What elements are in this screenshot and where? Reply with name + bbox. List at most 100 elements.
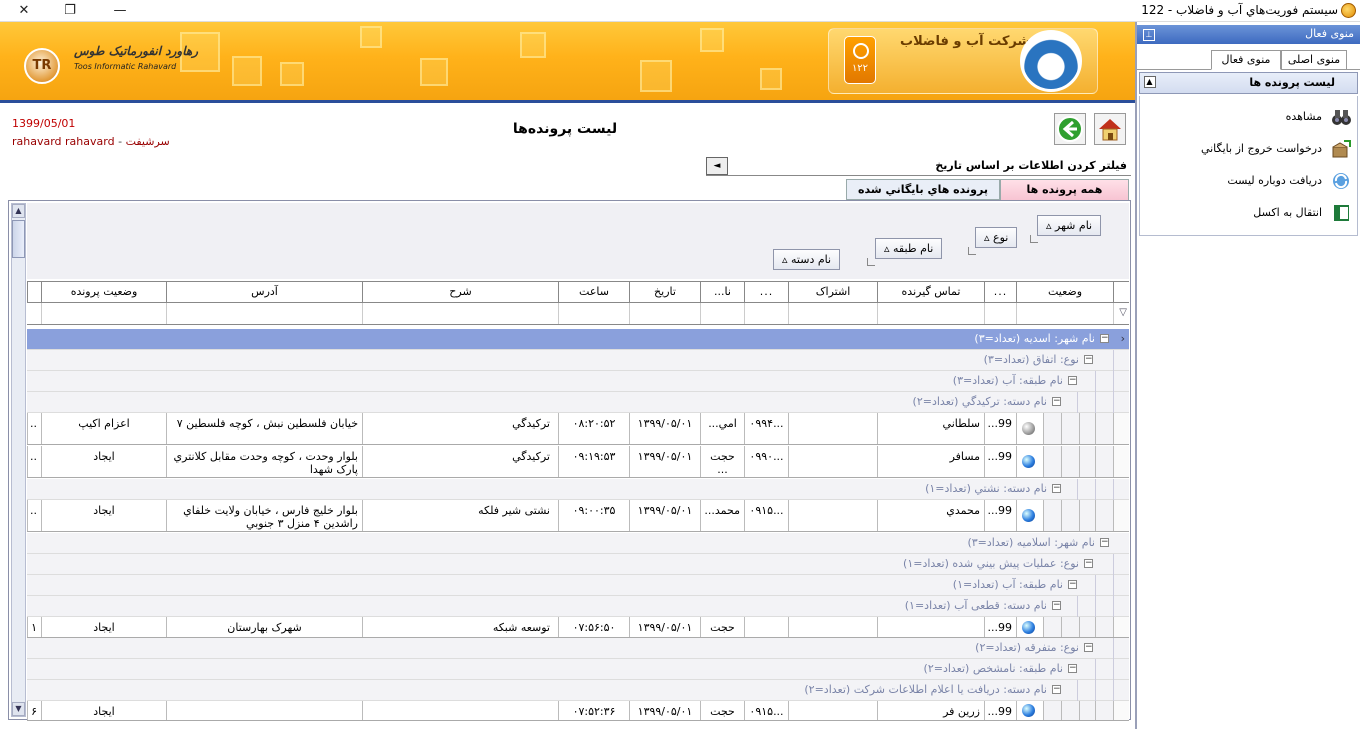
group-row-type[interactable]: − نوع: اتفاق (تعداد=۳)	[27, 350, 1129, 371]
user-info: سرشیفت - rahavard rahavard	[12, 135, 170, 148]
collapse-icon[interactable]: −	[1068, 376, 1077, 385]
collapse-icon[interactable]: −	[1068, 664, 1077, 673]
filter-label: فیلتر کردن اطلاعات بر اساس تاریخ	[935, 159, 1127, 172]
menu-refresh-list[interactable]: دریافت دوباره لیست	[1141, 168, 1356, 194]
col-caller[interactable]: تماس گیرنده	[877, 282, 984, 303]
company-name: شرکت آب و فاضلاب	[900, 34, 1031, 49]
filter-row[interactable]: ▽	[27, 303, 1129, 325]
box-export-icon	[1332, 140, 1351, 158]
status-blue-icon	[1022, 509, 1035, 522]
col-desc[interactable]: شرح	[362, 282, 558, 303]
table-row[interactable]: ۶ ایجاد ۰۷:۵۲:۳۶ ۱۳۹۹/۰۵/۰۱ حجت ... ...۰…	[27, 701, 1129, 721]
user-role: سرشیفت	[125, 135, 170, 148]
group-row-type[interactable]: − نوع: متفرقه (تعداد=۲)	[27, 638, 1129, 659]
right-panel: منوی فعال ⊥ منوی اصلی منوی فعال لیست پرو…	[1135, 22, 1360, 729]
title-bar: ✕ ❐ — سيستم فوريت‌هاي آب و فاضلاب - 122	[0, 0, 1360, 22]
back-button[interactable]	[1054, 113, 1086, 145]
current-date: 1399/05/01	[12, 117, 76, 130]
col-time[interactable]: ساعت	[558, 282, 629, 303]
group-by-city[interactable]: نام شهر ▵	[1037, 215, 1102, 236]
pin-icon[interactable]: ⊥	[1143, 29, 1155, 41]
col-subscription[interactable]: اشتراک	[788, 282, 877, 303]
collapse-icon[interactable]: −	[1084, 643, 1093, 652]
status-blue-icon	[1022, 704, 1035, 717]
restore-icon[interactable]: ❐	[60, 2, 80, 20]
brand-logo-icon: TR	[24, 48, 60, 84]
app-window: ✕ ❐ — سيستم فوريت‌هاي آب و فاضلاب - 122 …	[0, 0, 1360, 729]
scroll-thumb[interactable]	[12, 220, 25, 258]
group-row-type[interactable]: − نوع: عملیات پیش بیني شده (تعداد=۱)	[27, 554, 1129, 575]
brand-name-en: Toos Informatic Rahavard	[74, 62, 177, 71]
phone-122-icon: ۱۲۲	[844, 36, 876, 84]
group-row-category[interactable]: − نام دسته: قطعی آب (تعداد=۱)	[27, 596, 1129, 617]
collapse-icon[interactable]: −	[1068, 580, 1077, 589]
scroll-down-icon[interactable]: ▼	[12, 702, 25, 716]
collapse-icon[interactable]: −	[1052, 484, 1061, 493]
col-dots2[interactable]: ...	[744, 282, 788, 303]
table-row[interactable]: .. ایجاد بلوار خلیج فارس ، خیابان ولایت …	[27, 500, 1129, 532]
collapse-icon[interactable]: ▲	[1144, 76, 1156, 88]
collapse-icon[interactable]: −	[1100, 538, 1109, 547]
minimize-icon[interactable]: —	[110, 2, 130, 20]
tab-all-cases[interactable]: همه پرونده ها	[1000, 179, 1129, 200]
svg-text:X: X	[1330, 209, 1335, 220]
collapse-icon[interactable]: −	[1052, 397, 1061, 406]
filter-toggle-button[interactable]: ◄	[706, 157, 728, 175]
window-title: سيستم فوريت‌هاي آب و فاضلاب - 122	[1141, 3, 1338, 17]
group-row-class[interactable]: − نام طبقه: آب (تعداد=۱)	[27, 575, 1129, 596]
collapse-icon[interactable]: −	[1084, 559, 1093, 568]
col-na[interactable]: نا...	[700, 282, 744, 303]
close-icon[interactable]: ✕	[14, 2, 34, 20]
collapse-icon[interactable]: −	[1052, 685, 1061, 694]
col-dots1[interactable]: ...	[984, 282, 1016, 303]
panel-tabs: منوی اصلی منوی فعال	[1137, 48, 1360, 70]
filter-icon[interactable]: ▽	[1119, 307, 1127, 318]
collapse-icon[interactable]: −	[1052, 601, 1061, 610]
page-title: لیست پرونده‌ها	[512, 121, 618, 137]
user-name: rahavard rahavard	[12, 135, 115, 148]
menu-archive-exit[interactable]: درخواست خروج از بايگاني	[1141, 136, 1356, 162]
group-row-city[interactable]: − نام شهر: اسدیه (تعداد=۳) ›	[27, 329, 1129, 350]
panel-title: منوی فعال ⊥	[1137, 25, 1360, 44]
status-blue-icon	[1022, 455, 1035, 468]
group-row-category[interactable]: − نام دسته: نشتي (تعداد=۱)	[27, 479, 1129, 500]
group-row-city[interactable]: − نام شهر: اسلامیه (تعداد=۳)	[27, 533, 1129, 554]
tab-active-menu[interactable]: منوی فعال	[1211, 50, 1281, 70]
col-case-status[interactable]: وضعیت پرونده	[41, 282, 166, 303]
phone-number: ۱۲۲	[851, 63, 869, 74]
binoculars-icon	[1332, 110, 1351, 125]
group-by-area: نام شهر ▵ نوع ▵ نام طبقه ▵ نام دسته ▵	[27, 203, 1129, 279]
group-by-category[interactable]: نام دسته ▵	[773, 249, 841, 270]
status-gray-icon	[1022, 422, 1035, 435]
table-row[interactable]: ۱ ایجاد شهرک بهارستان توسعه شبکه ۰۷:۵۶:۵…	[27, 617, 1129, 638]
collapse-icon[interactable]: −	[1084, 355, 1093, 364]
tab-archived[interactable]: پرونده هاي بايگاني شده	[846, 179, 1000, 200]
table-row[interactable]: .. ایجاد بلوار وحدت ، کوچه وحدت مقابل کل…	[27, 446, 1129, 478]
group-by-class[interactable]: نام طبقه ▵	[875, 238, 943, 259]
water-company-logo-icon	[1020, 30, 1082, 92]
group-row-class[interactable]: − نام طبقه: آب (تعداد=۳)	[27, 371, 1129, 392]
banner: TR رهاورد انفورماتیک طوس Toos Informatic…	[0, 22, 1135, 100]
home-button[interactable]	[1094, 113, 1126, 145]
group-row-category[interactable]: − نام دسته: دریافت یا اعلام اطلاعات شرکت…	[27, 680, 1129, 701]
refresh-icon	[1333, 173, 1349, 189]
table-row[interactable]: .. اعزام اکیپ خیابان فلسطین نبش ، کوچه ف…	[27, 413, 1129, 445]
col-status[interactable]: وضعیت	[1016, 282, 1113, 303]
page-header: 1399/05/01 سرشیفت - rahavard rahavard لی…	[0, 100, 1135, 154]
menu-export-excel[interactable]: X انتقال به اکسل	[1141, 200, 1356, 226]
scroll-up-icon[interactable]: ▲	[12, 204, 25, 218]
tab-main-menu[interactable]: منوی اصلی	[1281, 50, 1347, 70]
back-arrow-icon	[1057, 116, 1083, 142]
menu-view[interactable]: مشاهده	[1141, 104, 1356, 130]
col-address[interactable]: آدرس	[166, 282, 362, 303]
group-row-class[interactable]: − نام طبقه: نامشخص (تعداد=۲)	[27, 659, 1129, 680]
group-row-category[interactable]: − نام دسته: ترکیدگي (تعداد=۲)	[27, 392, 1129, 413]
table-header: وضعیت پرونده آدرس شرح ساعت تاریخ نا... .…	[27, 281, 1129, 303]
group-by-type[interactable]: نوع ▵	[975, 227, 1018, 248]
collapse-icon[interactable]: −	[1100, 334, 1109, 343]
col-date[interactable]: تاریخ	[629, 282, 700, 303]
vertical-scrollbar[interactable]: ▲ ▼	[11, 203, 26, 717]
list-section-header[interactable]: لیست پرونده ها ▲	[1139, 72, 1358, 94]
excel-icon: X	[1330, 205, 1349, 221]
date-filter-bar: ◄ فیلتر کردن اطلاعات بر اساس تاریخ	[706, 157, 1131, 176]
